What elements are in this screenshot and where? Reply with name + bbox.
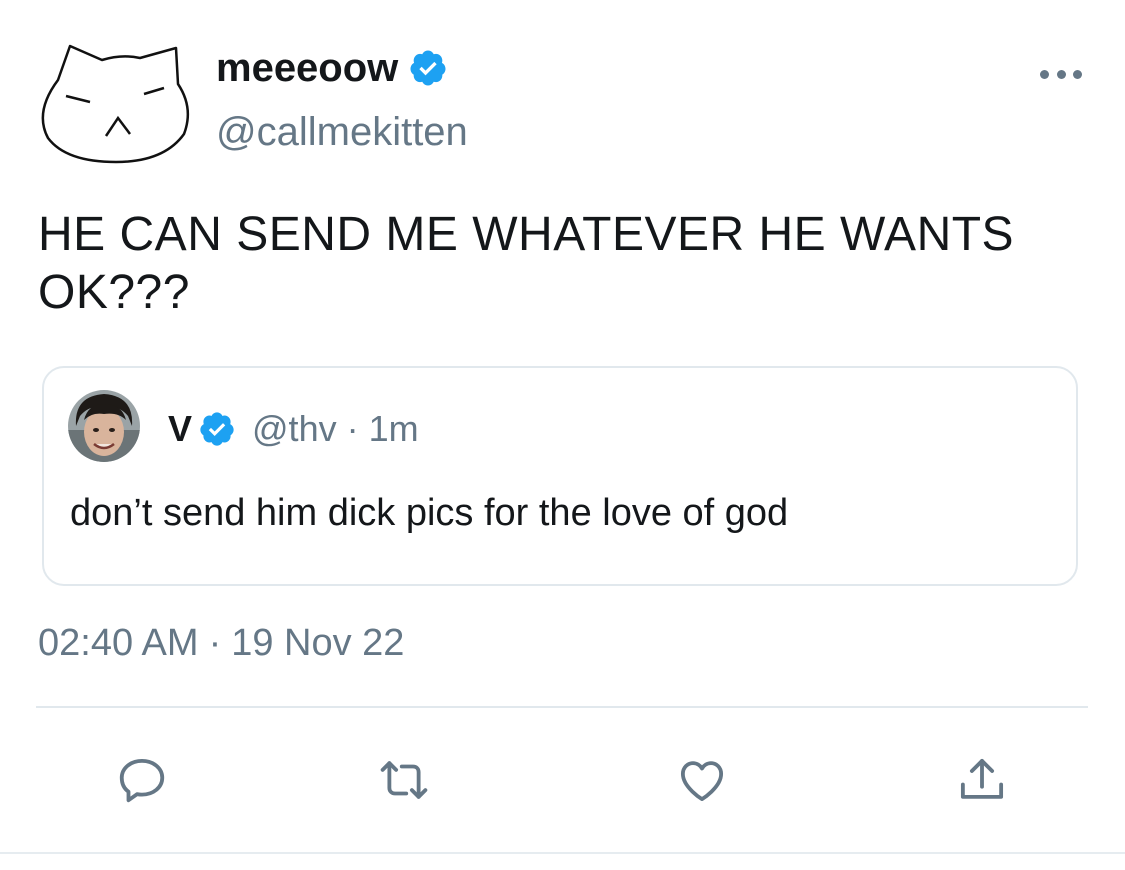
reply-button[interactable] [112,752,172,808]
tweet-timestamp[interactable]: 02:40 AM · 19 Nov 22 [38,622,404,665]
share-button[interactable] [952,752,1012,808]
person-photo-icon [68,390,140,462]
quoted-separator: · [346,408,359,449]
quoted-tweet-header: V @thv · 1m [168,404,419,454]
tweet-date: 19 Nov 22 [231,622,405,664]
retweet-button[interactable] [374,752,434,808]
tweet-time: 02:40 AM [38,622,199,664]
like-button[interactable] [672,752,732,808]
more-dot [1040,69,1049,79]
cat-drawing-icon [41,44,190,164]
verified-badge-icon [410,50,446,86]
reply-icon [119,758,165,803]
more-dot [1056,69,1066,79]
author-display-name-row[interactable]: meeeoow [216,40,448,96]
quoted-display-name[interactable]: V [168,408,192,450]
share-icon [960,758,1004,799]
tweet-separator: · [208,622,222,664]
retweet-icon [380,761,428,799]
quoted-tweet-card[interactable]: V @thv · 1m don’t send him dick pics for… [42,366,1078,586]
author-handle[interactable]: @callmekitten [216,110,468,155]
divider [36,706,1088,708]
author-avatar[interactable] [36,38,196,168]
more-dot [1073,69,1082,79]
quoted-author-avatar[interactable] [68,390,140,462]
verified-badge-icon [200,412,234,446]
quoted-handle[interactable]: @thv [252,408,337,450]
like-icon [680,761,724,802]
author-display-name[interactable]: meeeoow [216,46,398,91]
more-options-icon[interactable] [1040,62,1082,86]
bottom-divider [0,852,1125,854]
quoted-time[interactable]: 1m [369,408,419,450]
tweet-text: HE CAN SEND ME WHATEVER HE WANTS OK??? [38,208,1015,319]
quoted-tweet-text: don’t send him dick pics for the love of… [70,492,789,534]
